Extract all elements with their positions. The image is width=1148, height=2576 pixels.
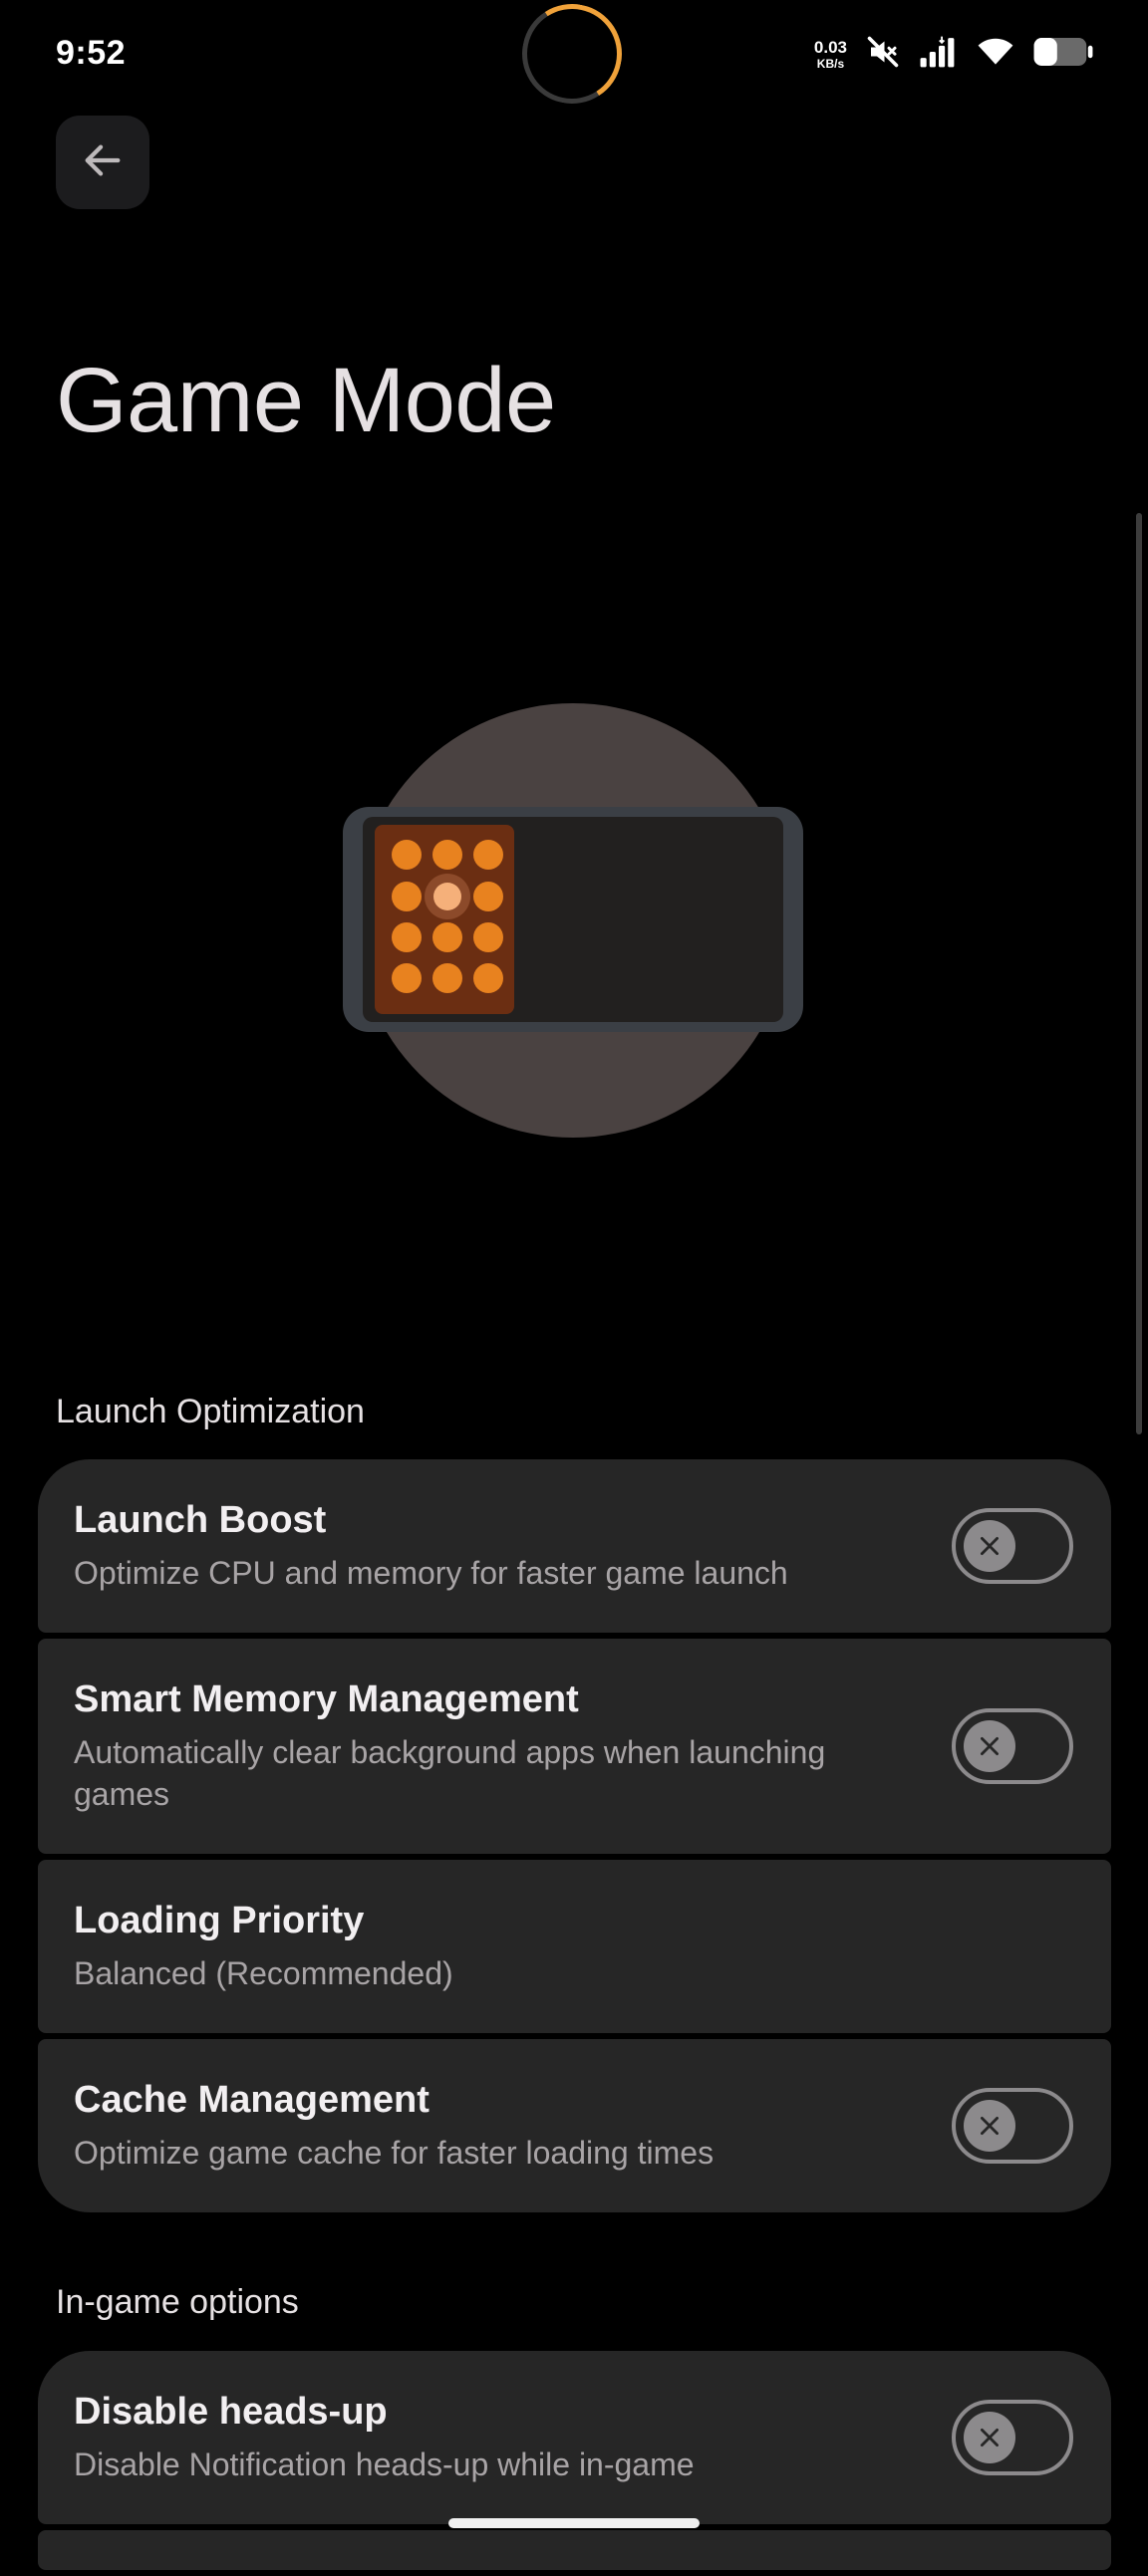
close-icon	[981, 2117, 999, 2135]
page-title: Game Mode	[56, 350, 556, 451]
status-time: 9:52	[56, 34, 127, 72]
signal-icon	[919, 35, 959, 74]
close-icon	[981, 1537, 999, 1555]
gesture-navigation-bar[interactable]	[448, 2518, 700, 2528]
battery-icon	[1032, 36, 1094, 73]
disable-heads-up-item[interactable]: Disable heads-up Disable Notification he…	[38, 2351, 1111, 2524]
mute-icon	[865, 34, 901, 75]
game-mode-illustration	[339, 697, 807, 1146]
network-speed: 0.03 KB/s	[814, 39, 847, 70]
network-speed-unit: KB/s	[816, 56, 845, 71]
launch-boost-toggle[interactable]	[952, 1508, 1073, 1584]
status-icons: 0.03 KB/s	[814, 32, 1094, 76]
launch-boost-item[interactable]: Launch Boost Optimize CPU and memory for…	[38, 1459, 1111, 1633]
arrow-left-icon	[80, 137, 126, 188]
toggle-thumb	[964, 1720, 1015, 1772]
toggle-thumb	[964, 2100, 1015, 2152]
smart-memory-management-title: Smart Memory Management	[74, 1677, 579, 1720]
cache-management-title: Cache Management	[74, 2078, 430, 2121]
disable-heads-up-subtitle: Disable Notification heads-up while in-g…	[74, 2446, 695, 2482]
back-button[interactable]	[56, 116, 149, 209]
cache-management-item[interactable]: Cache Management Optimize game cache for…	[38, 2039, 1111, 2212]
section-header-launch-optimization: Launch Optimization	[56, 1393, 365, 1430]
loading-priority-title: Loading Priority	[74, 1899, 365, 1941]
launch-boost-title: Launch Boost	[74, 1498, 327, 1541]
close-icon	[981, 2429, 999, 2447]
in-game-options-group: Disable heads-up Disable Notification he…	[38, 2351, 1111, 2576]
launch-boost-subtitle: Optimize CPU and memory for faster game …	[74, 1554, 788, 1591]
cache-management-toggle[interactable]	[952, 2088, 1073, 2164]
loading-priority-value: Balanced (Recommended)	[74, 1954, 453, 1991]
loading-priority-item[interactable]: Loading Priority Balanced (Recommended)	[38, 1860, 1111, 2033]
status-bar: 9:52 0.03 KB/s	[0, 0, 1148, 114]
scrollbar[interactable]	[1136, 513, 1142, 1434]
network-speed-value: 0.03	[813, 37, 847, 57]
disable-heads-up-toggle[interactable]	[952, 2400, 1073, 2475]
smart-memory-management-toggle[interactable]	[952, 1708, 1073, 1784]
next-item-partial[interactable]	[38, 2530, 1111, 2570]
disable-heads-up-title: Disable heads-up	[74, 2390, 388, 2433]
launch-optimization-group: Launch Boost Optimize CPU and memory for…	[38, 1459, 1111, 2218]
section-header-in-game-options: In-game options	[56, 2283, 299, 2321]
camera-cutout	[512, 0, 632, 114]
smart-memory-management-subtitle: Automatically clear background apps when…	[74, 1733, 826, 1812]
wifi-icon	[977, 35, 1014, 74]
cache-management-subtitle: Optimize game cache for faster loading t…	[74, 2134, 715, 2171]
smart-memory-management-item[interactable]: Smart Memory Management Automatically cl…	[38, 1639, 1111, 1854]
close-icon	[981, 1737, 999, 1755]
toggle-thumb	[964, 1520, 1015, 1572]
toggle-thumb	[964, 2412, 1015, 2463]
